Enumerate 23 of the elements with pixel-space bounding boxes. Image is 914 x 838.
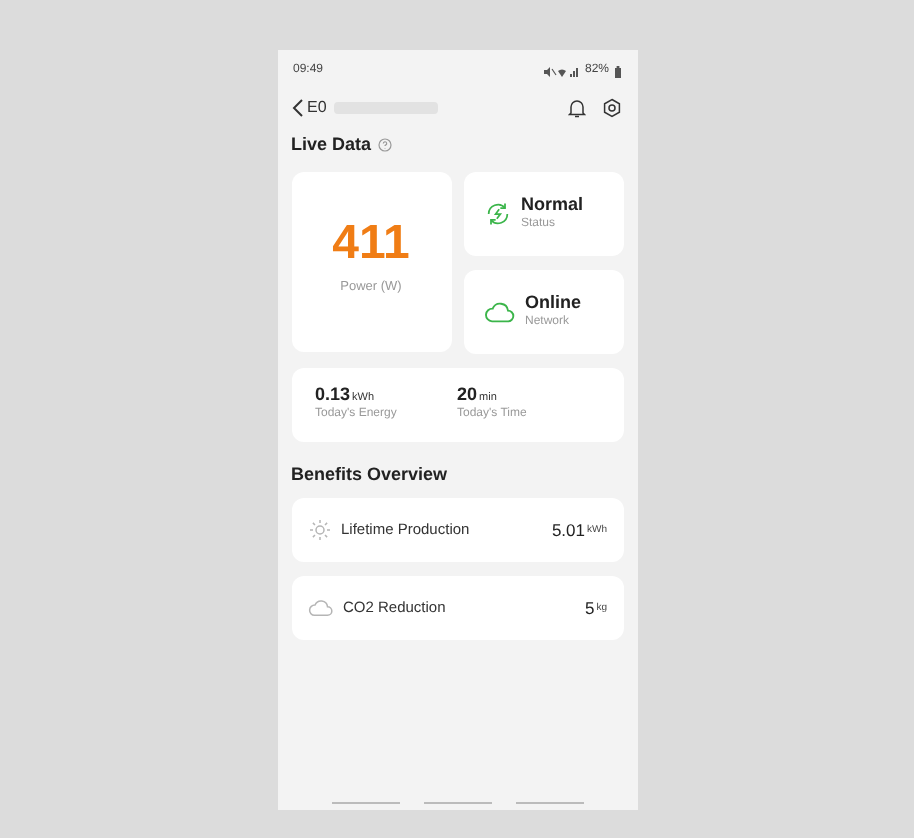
sun-icon <box>307 518 331 542</box>
device-name: E0 <box>307 96 327 120</box>
nav-handle[interactable] <box>515 801 583 804</box>
nav-handle[interactable] <box>423 801 491 804</box>
benefit-value: 5 <box>584 595 595 621</box>
cloud-icon <box>307 598 333 618</box>
settings-icon[interactable] <box>601 98 621 118</box>
today-value: 20 <box>457 383 478 406</box>
bell-icon[interactable] <box>567 98 585 118</box>
battery-icon <box>613 65 621 77</box>
nav-handle[interactable] <box>331 801 399 804</box>
help-icon[interactable] <box>377 138 392 153</box>
status-value: Normal <box>521 193 584 215</box>
section-title: Live Data <box>291 132 372 158</box>
cloud-icon <box>483 299 515 323</box>
refresh-icon <box>483 199 511 227</box>
benefit-value: 5.01 <box>551 517 585 543</box>
today-value: 0.13 <box>315 383 351 406</box>
network-value: Online <box>525 291 582 313</box>
back-icon[interactable] <box>291 98 303 118</box>
status-icons <box>544 65 581 77</box>
section-title: Benefits Overview <box>291 461 450 487</box>
power-value: 411 <box>332 215 410 271</box>
